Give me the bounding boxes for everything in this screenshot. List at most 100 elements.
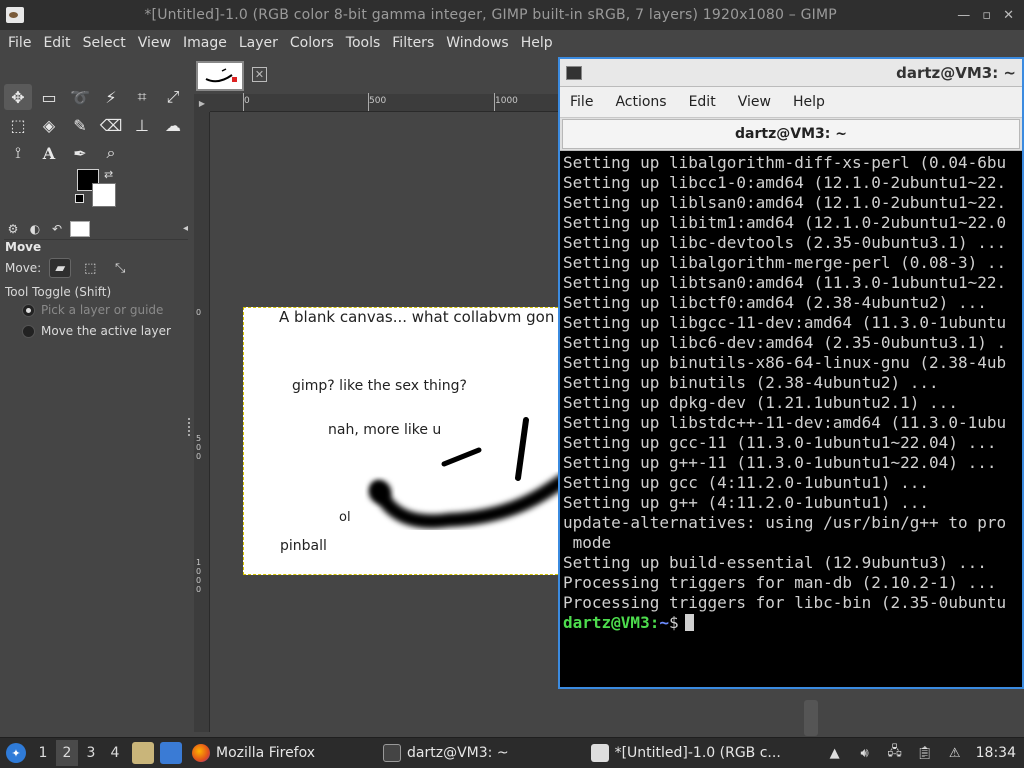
paintbrush-tool-icon[interactable]: ✎	[66, 112, 94, 138]
bucket-fill-tool-icon[interactable]: ◈	[35, 112, 63, 138]
terminal-line: Setting up libgcc-11-dev:amd64 (11.3.0-1…	[563, 313, 1007, 332]
terminal-line: Setting up libalgorithm-merge-perl (0.08…	[563, 253, 1007, 272]
terminal-menu-file[interactable]: File	[570, 94, 593, 110]
terminal-menu-view[interactable]: View	[738, 94, 771, 110]
file-manager-icon[interactable]	[132, 742, 154, 764]
rect-select-tool-icon[interactable]: ▭	[35, 84, 63, 110]
workspace-1[interactable]: 1	[32, 740, 54, 766]
zoom-tool-icon[interactable]: ⌕	[97, 140, 125, 166]
terminal-window[interactable]: dartz@VM3: ~ File Actions Edit View Help…	[558, 57, 1024, 689]
terminal-icon	[566, 65, 582, 80]
ruler-label: 500	[369, 96, 387, 106]
volume-icon[interactable]: 🔊︎	[856, 744, 874, 762]
background-color-swatch[interactable]	[92, 183, 116, 207]
clipboard-icon[interactable]: 📋︎	[916, 744, 934, 762]
workspace-4[interactable]: 4	[104, 740, 126, 766]
terminal-line: Setting up dpkg-dev (1.21.1ubuntu2.1) ..…	[563, 393, 958, 412]
radio-button-checked[interactable]	[22, 303, 35, 317]
move-tool-icon[interactable]: ✥	[4, 84, 32, 110]
paths-tool-icon[interactable]: ⟟	[4, 140, 32, 166]
terminal-menu-help[interactable]: Help	[793, 94, 825, 110]
move-layer-icon[interactable]: ▰	[49, 258, 72, 278]
image-tabs: ✕	[192, 56, 562, 94]
menu-tools[interactable]: Tools	[342, 35, 385, 51]
workspace-3[interactable]: 3	[80, 740, 102, 766]
show-desktop-icon[interactable]	[160, 742, 182, 764]
undo-history-tab-icon[interactable]: ↶	[48, 220, 66, 238]
close-icon[interactable]: ✕	[1003, 8, 1014, 23]
lasso-tool-icon[interactable]: ➰	[66, 84, 94, 110]
ruler-label: 1000	[196, 558, 202, 594]
menu-colors[interactable]: Colors	[286, 35, 338, 51]
gimp-app-icon[interactable]	[6, 7, 24, 23]
unified-transform-tool-icon[interactable]: ⤢	[159, 84, 187, 110]
start-menu-button[interactable]: ✦	[2, 739, 30, 767]
dock-menu-icon[interactable]: ◂	[183, 223, 188, 234]
move-label: Move:	[5, 261, 42, 275]
menu-select[interactable]: Select	[79, 35, 130, 51]
image-canvas[interactable]: A blank canvas... what collabvm gon gimp…	[243, 307, 563, 575]
radio-pick-layer[interactable]: Pick a layer or guide	[22, 303, 163, 317]
ruler-label: 1000	[495, 96, 518, 106]
workspace-2[interactable]: 2	[56, 740, 78, 766]
move-path-icon[interactable]: ⤡	[109, 258, 131, 278]
terminal-line: Setting up libc6-dev:amd64 (2.35-0ubuntu…	[563, 333, 1007, 352]
radio-button[interactable]	[22, 324, 35, 338]
color-picker-tool-icon[interactable]: ✒	[66, 140, 94, 166]
menu-edit[interactable]: Edit	[39, 35, 74, 51]
terminal-line: Setting up gcc (4:11.2.0-1ubuntu1) ...	[563, 473, 930, 492]
task-gimp[interactable]: *[Untitled]-1.0 (RGB c...	[585, 740, 787, 766]
vertical-ruler[interactable]: 0 500 1000	[194, 112, 210, 732]
updates-icon[interactable]: ⚠	[946, 744, 964, 762]
eraser-tool-icon[interactable]: ⌫	[97, 112, 125, 138]
terminal-tab[interactable]: dartz@VM3: ~	[562, 119, 1020, 149]
crop-tool-icon[interactable]: ⌗	[128, 84, 156, 110]
fuzzy-select-tool-icon[interactable]: ⚡	[97, 84, 125, 110]
images-tab-icon[interactable]	[70, 220, 90, 237]
quick-mask-toggle-icon[interactable]: ▶	[194, 94, 210, 112]
move-selection-icon[interactable]: ⬚	[79, 258, 101, 278]
vertical-scrollbar[interactable]	[804, 700, 818, 736]
device-status-tab-icon[interactable]: ◐	[26, 220, 44, 238]
terminal-line: Setting up libcc1-0:amd64 (12.1.0-2ubunt…	[563, 173, 1007, 192]
menu-view[interactable]: View	[134, 35, 175, 51]
clone-tool-icon[interactable]: ⊥	[128, 112, 156, 138]
tool-options-tab-icon[interactable]: ⚙	[4, 220, 22, 238]
prompt-user: dartz@VM3:	[563, 613, 660, 632]
terminal-prompt[interactable]: dartz@VM3:~$	[563, 613, 1023, 633]
ruler-label: 500	[196, 434, 202, 461]
ruler-label: 0	[244, 96, 250, 106]
tray-up-arrow-icon[interactable]: ▲	[826, 744, 844, 762]
smudge-tool-icon[interactable]: ☁	[159, 112, 187, 138]
menu-windows[interactable]: Windows	[442, 35, 513, 51]
canvas-area[interactable]: A blank canvas... what collabvm gon gimp…	[210, 112, 563, 737]
terminal-line: Setting up build-essential (12.9ubuntu3)…	[563, 553, 987, 572]
reset-colors-icon[interactable]	[75, 194, 84, 203]
panel-resize-handle[interactable]	[188, 418, 192, 436]
clock[interactable]: 18:34	[976, 745, 1016, 761]
terminal-titlebar[interactable]: dartz@VM3: ~	[560, 59, 1022, 87]
menu-help[interactable]: Help	[517, 35, 557, 51]
menu-image[interactable]: Image	[179, 35, 231, 51]
terminal-icon	[383, 744, 402, 762]
menu-file[interactable]: File	[4, 35, 35, 51]
terminal-output[interactable]: Setting up libalgorithm-diff-xs-perl (0.…	[563, 153, 1023, 689]
minimize-icon[interactable]: —	[957, 8, 970, 23]
terminal-menu-actions[interactable]: Actions	[615, 94, 666, 110]
terminal-menu-edit[interactable]: Edit	[689, 94, 716, 110]
menu-layer[interactable]: Layer	[235, 35, 282, 51]
task-terminal[interactable]: dartz@VM3: ~	[377, 740, 515, 766]
maximize-icon[interactable]: ▫	[982, 8, 991, 23]
network-icon[interactable]: 🖧	[886, 744, 904, 762]
close-image-icon[interactable]: ✕	[252, 67, 267, 82]
menu-filters[interactable]: Filters	[388, 35, 438, 51]
warp-transform-tool-icon[interactable]: ⬚	[4, 112, 32, 138]
radio-move-active[interactable]: Move the active layer	[22, 324, 171, 338]
gimp-icon	[590, 744, 609, 762]
horizontal-ruler[interactable]: 0 500 1000	[210, 93, 560, 112]
terminal-line: Setting up libitm1:amd64 (12.1.0-2ubuntu…	[563, 213, 1007, 232]
task-firefox[interactable]: Mozilla Firefox	[186, 740, 321, 766]
text-tool-icon[interactable]: A	[35, 140, 63, 166]
image-thumbnail[interactable]	[196, 61, 244, 91]
swap-colors-icon[interactable]: ⇄	[104, 168, 113, 181]
